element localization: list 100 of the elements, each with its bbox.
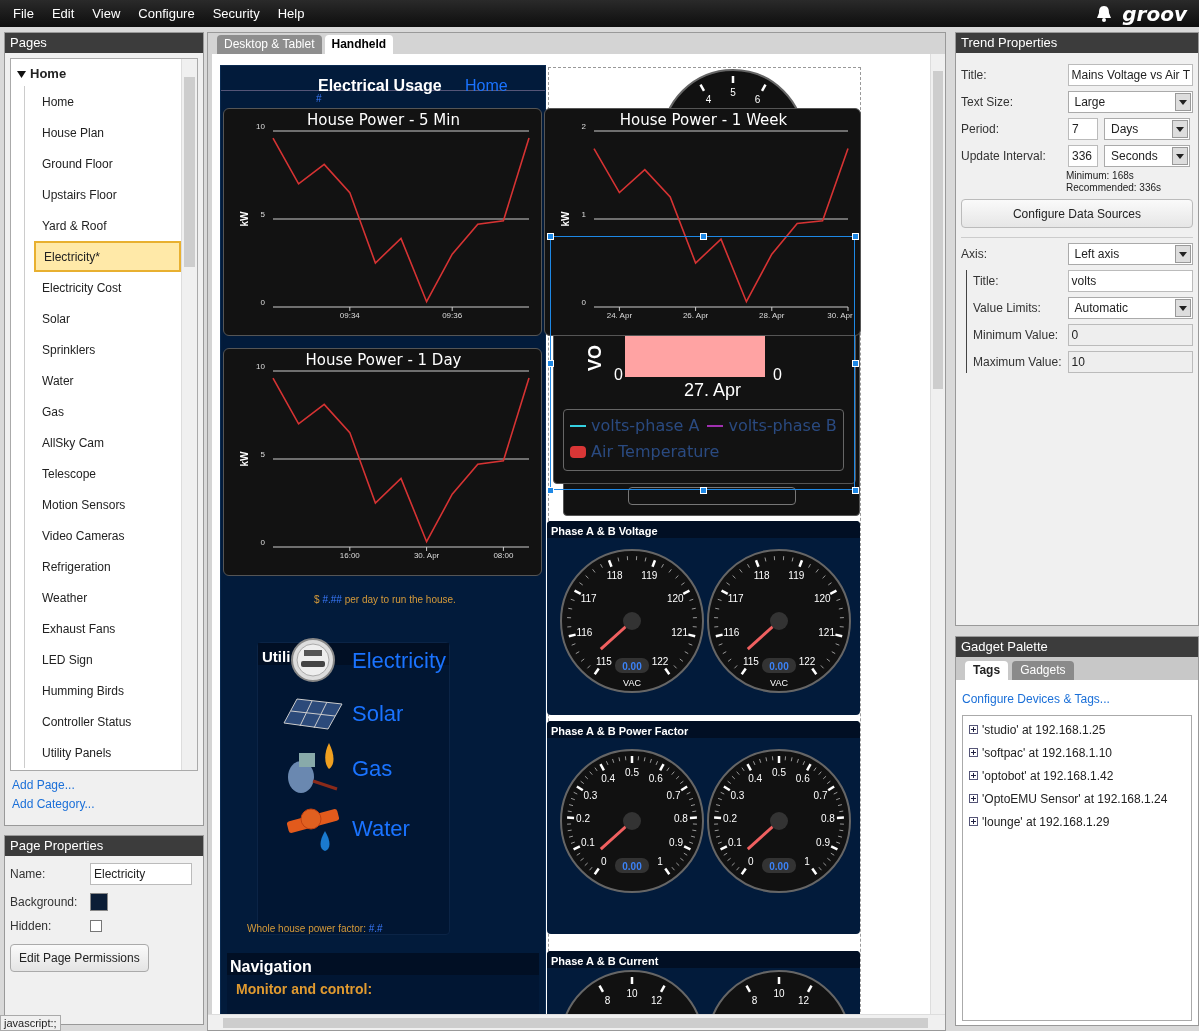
scroll-thumb[interactable] <box>184 77 195 267</box>
page-item[interactable]: Home <box>34 86 181 117</box>
page-item[interactable]: Sprinklers <box>34 334 181 365</box>
page-item[interactable]: Solar <box>34 303 181 334</box>
utility-link[interactable]: Electricity <box>352 643 447 677</box>
menu-item[interactable]: Help <box>268 3 314 24</box>
period-unit-select[interactable]: Days <box>1104 118 1190 140</box>
tick-label: 2 <box>581 122 586 131</box>
expand-toggle-icon[interactable] <box>969 794 978 803</box>
tick-label: 5 <box>260 450 265 459</box>
bell-icon[interactable] <box>1096 5 1113 22</box>
panel-title: Pages <box>5 33 203 53</box>
page-item[interactable]: AllSky Cam <box>34 427 181 458</box>
maximum-value-field[interactable]: 10 <box>1067 351 1193 373</box>
menu-item[interactable]: Security <box>203 3 269 24</box>
scrollbar[interactable] <box>208 1014 945 1030</box>
scrollbar[interactable] <box>930 54 945 1014</box>
tree-category[interactable]: Home <box>11 62 181 86</box>
chart-title: House Power - 1 Day <box>305 351 462 369</box>
text-size-select[interactable]: Large <box>1067 91 1193 113</box>
axis-title-field[interactable]: volts <box>1067 270 1193 292</box>
page-item[interactable]: Electricity* <box>34 241 181 272</box>
tick-mark <box>760 84 767 92</box>
menu-item[interactable]: File <box>4 3 43 24</box>
page-item[interactable]: Motion Sensors <box>34 489 181 520</box>
name-field[interactable]: Electricity <box>90 863 192 885</box>
page-item[interactable]: Upstairs Floor <box>34 179 181 210</box>
value-limits-select[interactable]: Automatic <box>1067 297 1193 319</box>
device-item[interactable]: 'softpac' at 192.168.1.10 <box>982 743 1112 762</box>
expand-toggle-icon[interactable] <box>969 725 978 734</box>
add-link[interactable]: Add Page... <box>12 776 203 795</box>
utility-link[interactable]: Gas <box>352 751 393 785</box>
gauge-label: 116 <box>576 627 593 639</box>
add-link[interactable]: Add Category... <box>12 795 203 814</box>
device-item[interactable]: 'OptoEMU Sensor' at 192.168.1.24 <box>982 789 1168 808</box>
page-item[interactable]: Ground Floor <box>34 148 181 179</box>
gauge-label: 10 <box>626 988 638 999</box>
scrollbar[interactable] <box>181 59 197 770</box>
menu-item[interactable]: View <box>83 3 130 24</box>
tick-mark <box>502 546 504 552</box>
resize-handle[interactable] <box>852 487 859 494</box>
resize-handle[interactable] <box>547 487 554 494</box>
device-item[interactable]: 'studio' at 192.168.1.25 <box>982 720 1106 739</box>
gauge-label: 1 <box>657 856 663 868</box>
menu-item[interactable]: Edit <box>42 3 84 24</box>
menu-item[interactable]: Configure <box>129 3 204 24</box>
page-item[interactable]: Utility Panels <box>34 737 181 768</box>
configure-devices-link[interactable]: Configure Devices & Tags... <box>956 680 1198 715</box>
resize-handle[interactable] <box>699 487 707 494</box>
title-field[interactable]: Mains Voltage vs Air T <box>1067 64 1193 86</box>
axis-select[interactable]: Left axis <box>1067 243 1193 265</box>
page-item[interactable]: Controller Status <box>34 706 181 737</box>
resize-handle[interactable] <box>547 360 554 367</box>
panel-subtitle: Monitor and control: <box>236 980 373 999</box>
editor-tab[interactable]: Handheld <box>324 35 394 54</box>
expand-toggle-icon[interactable] <box>969 817 978 826</box>
resize-handle[interactable] <box>852 233 859 240</box>
page-item[interactable]: Telescope <box>34 458 181 489</box>
configure-data-sources-button[interactable]: Configure Data Sources <box>961 199 1193 228</box>
panel-title: Phase A & B Current <box>551 954 659 969</box>
gauge-reading: 0.00 <box>769 860 789 872</box>
selection-frame[interactable] <box>550 236 855 490</box>
edit-permissions-button[interactable]: Edit Page Permissions <box>10 944 149 972</box>
device-item[interactable]: 'lounge' at 192.168.1.29 <box>982 812 1110 831</box>
gauge-label: 0.5 <box>625 767 639 778</box>
utility-link[interactable]: Water <box>352 811 410 845</box>
scroll-thumb[interactable] <box>223 1018 928 1028</box>
page-item[interactable]: Video Cameras <box>34 520 181 551</box>
resize-handle[interactable] <box>699 233 707 240</box>
expand-toggle-icon[interactable] <box>969 748 978 757</box>
tick-mark <box>692 617 698 619</box>
scroll-thumb[interactable] <box>933 71 943 389</box>
page-item[interactable]: House Plan <box>34 117 181 148</box>
resize-handle[interactable] <box>852 360 859 367</box>
period-field[interactable]: 7 <box>1068 118 1098 140</box>
page-item[interactable]: Refrigeration <box>34 551 181 582</box>
page-item[interactable]: Electricity Cost <box>34 272 181 303</box>
page-item[interactable]: LED Sign <box>34 644 181 675</box>
gauge-needle <box>746 812 788 851</box>
home-link[interactable]: Home <box>465 74 508 98</box>
page-item[interactable]: Gas <box>34 396 181 427</box>
expand-toggle-icon[interactable] <box>969 771 978 780</box>
page-item[interactable]: Exhaust Fans <box>34 613 181 644</box>
color-swatch[interactable] <box>90 893 108 911</box>
page-item[interactable]: Yard & Roof <box>34 210 181 241</box>
tick-label: 0 <box>581 298 586 307</box>
palette-tab[interactable]: Tags <box>965 661 1009 680</box>
device-item[interactable]: 'optobot' at 192.168.1.42 <box>982 766 1114 785</box>
page-item[interactable]: Weather <box>34 582 181 613</box>
tick-mark <box>699 84 706 92</box>
hidden-checkbox[interactable] <box>90 920 102 932</box>
utility-link[interactable]: Solar <box>352 697 404 730</box>
minimum-value-field[interactable]: 0 <box>1067 324 1193 346</box>
interval-unit-select[interactable]: Seconds <box>1104 145 1190 167</box>
interval-field[interactable]: 336 <box>1068 145 1098 167</box>
gauge-label: 121 <box>818 627 835 639</box>
panel-title: Phase A & B Voltage <box>551 524 658 539</box>
page-item[interactable]: Humming Birds <box>34 675 181 706</box>
page-item[interactable]: Water <box>34 365 181 396</box>
resize-handle[interactable] <box>547 233 554 240</box>
